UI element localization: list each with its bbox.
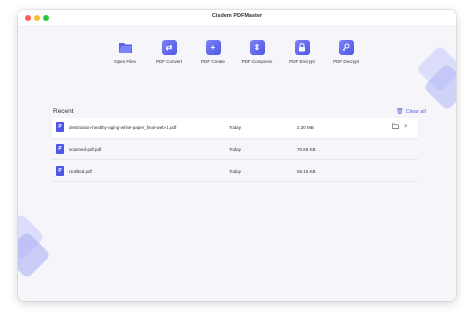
pdf-file-icon [56, 122, 64, 132]
recent-file-list: destination-healthy-aging-white-paper_fi… [52, 118, 418, 184]
tool-bar: Open Files ⇄ PDF Convert + PDF Create ⇕ … [18, 40, 456, 80]
list-item[interactable]: Untitled.pdf Today 59.15 KB [52, 162, 418, 182]
pdf-file-icon [56, 166, 64, 176]
lock-icon [294, 40, 310, 55]
file-date: Today [229, 169, 242, 174]
key-icon [338, 40, 354, 55]
file-date: Today [229, 147, 242, 152]
file-name: destination-healthy-aging-white-paper_fi… [69, 125, 177, 130]
app-window: Cisdem PDFMaster Open Files ⇄ PDF Conver… [18, 10, 456, 301]
compress-icon: ⇕ [249, 40, 265, 55]
file-size: 2.30 MB [297, 125, 314, 130]
file-name: scanned-pdf.pdf [69, 147, 102, 152]
plus-icon: + [205, 40, 221, 55]
convert-icon: ⇄ [161, 40, 177, 55]
pdf-decrypt-label: PDF Decrypt [333, 59, 359, 64]
folder-icon [118, 40, 133, 55]
trash-icon: 🗑 [396, 109, 404, 115]
pdf-file-icon [56, 144, 64, 154]
title-bar: Cisdem PDFMaster [18, 10, 456, 27]
window-title: Cisdem PDFMaster [211, 13, 263, 19]
decorative-shape [18, 230, 52, 280]
pdf-decrypt-button[interactable]: PDF Decrypt [316, 40, 376, 64]
recent-heading: Recent [53, 108, 74, 115]
list-item[interactable]: scanned-pdf.pdf Today 70.69 KB [52, 140, 418, 160]
list-item[interactable]: destination-healthy-aging-white-paper_fi… [52, 118, 418, 138]
file-name: Untitled.pdf [69, 169, 92, 174]
file-date: Today [229, 125, 242, 130]
remove-icon[interactable]: × [404, 123, 408, 131]
show-in-folder-icon[interactable] [392, 123, 399, 132]
clear-all-button[interactable]: 🗑 Clear all [396, 108, 426, 116]
file-size: 59.15 KB [297, 169, 316, 174]
clear-all-label: Clear all [405, 108, 426, 115]
file-size: 70.69 KB [297, 147, 316, 152]
